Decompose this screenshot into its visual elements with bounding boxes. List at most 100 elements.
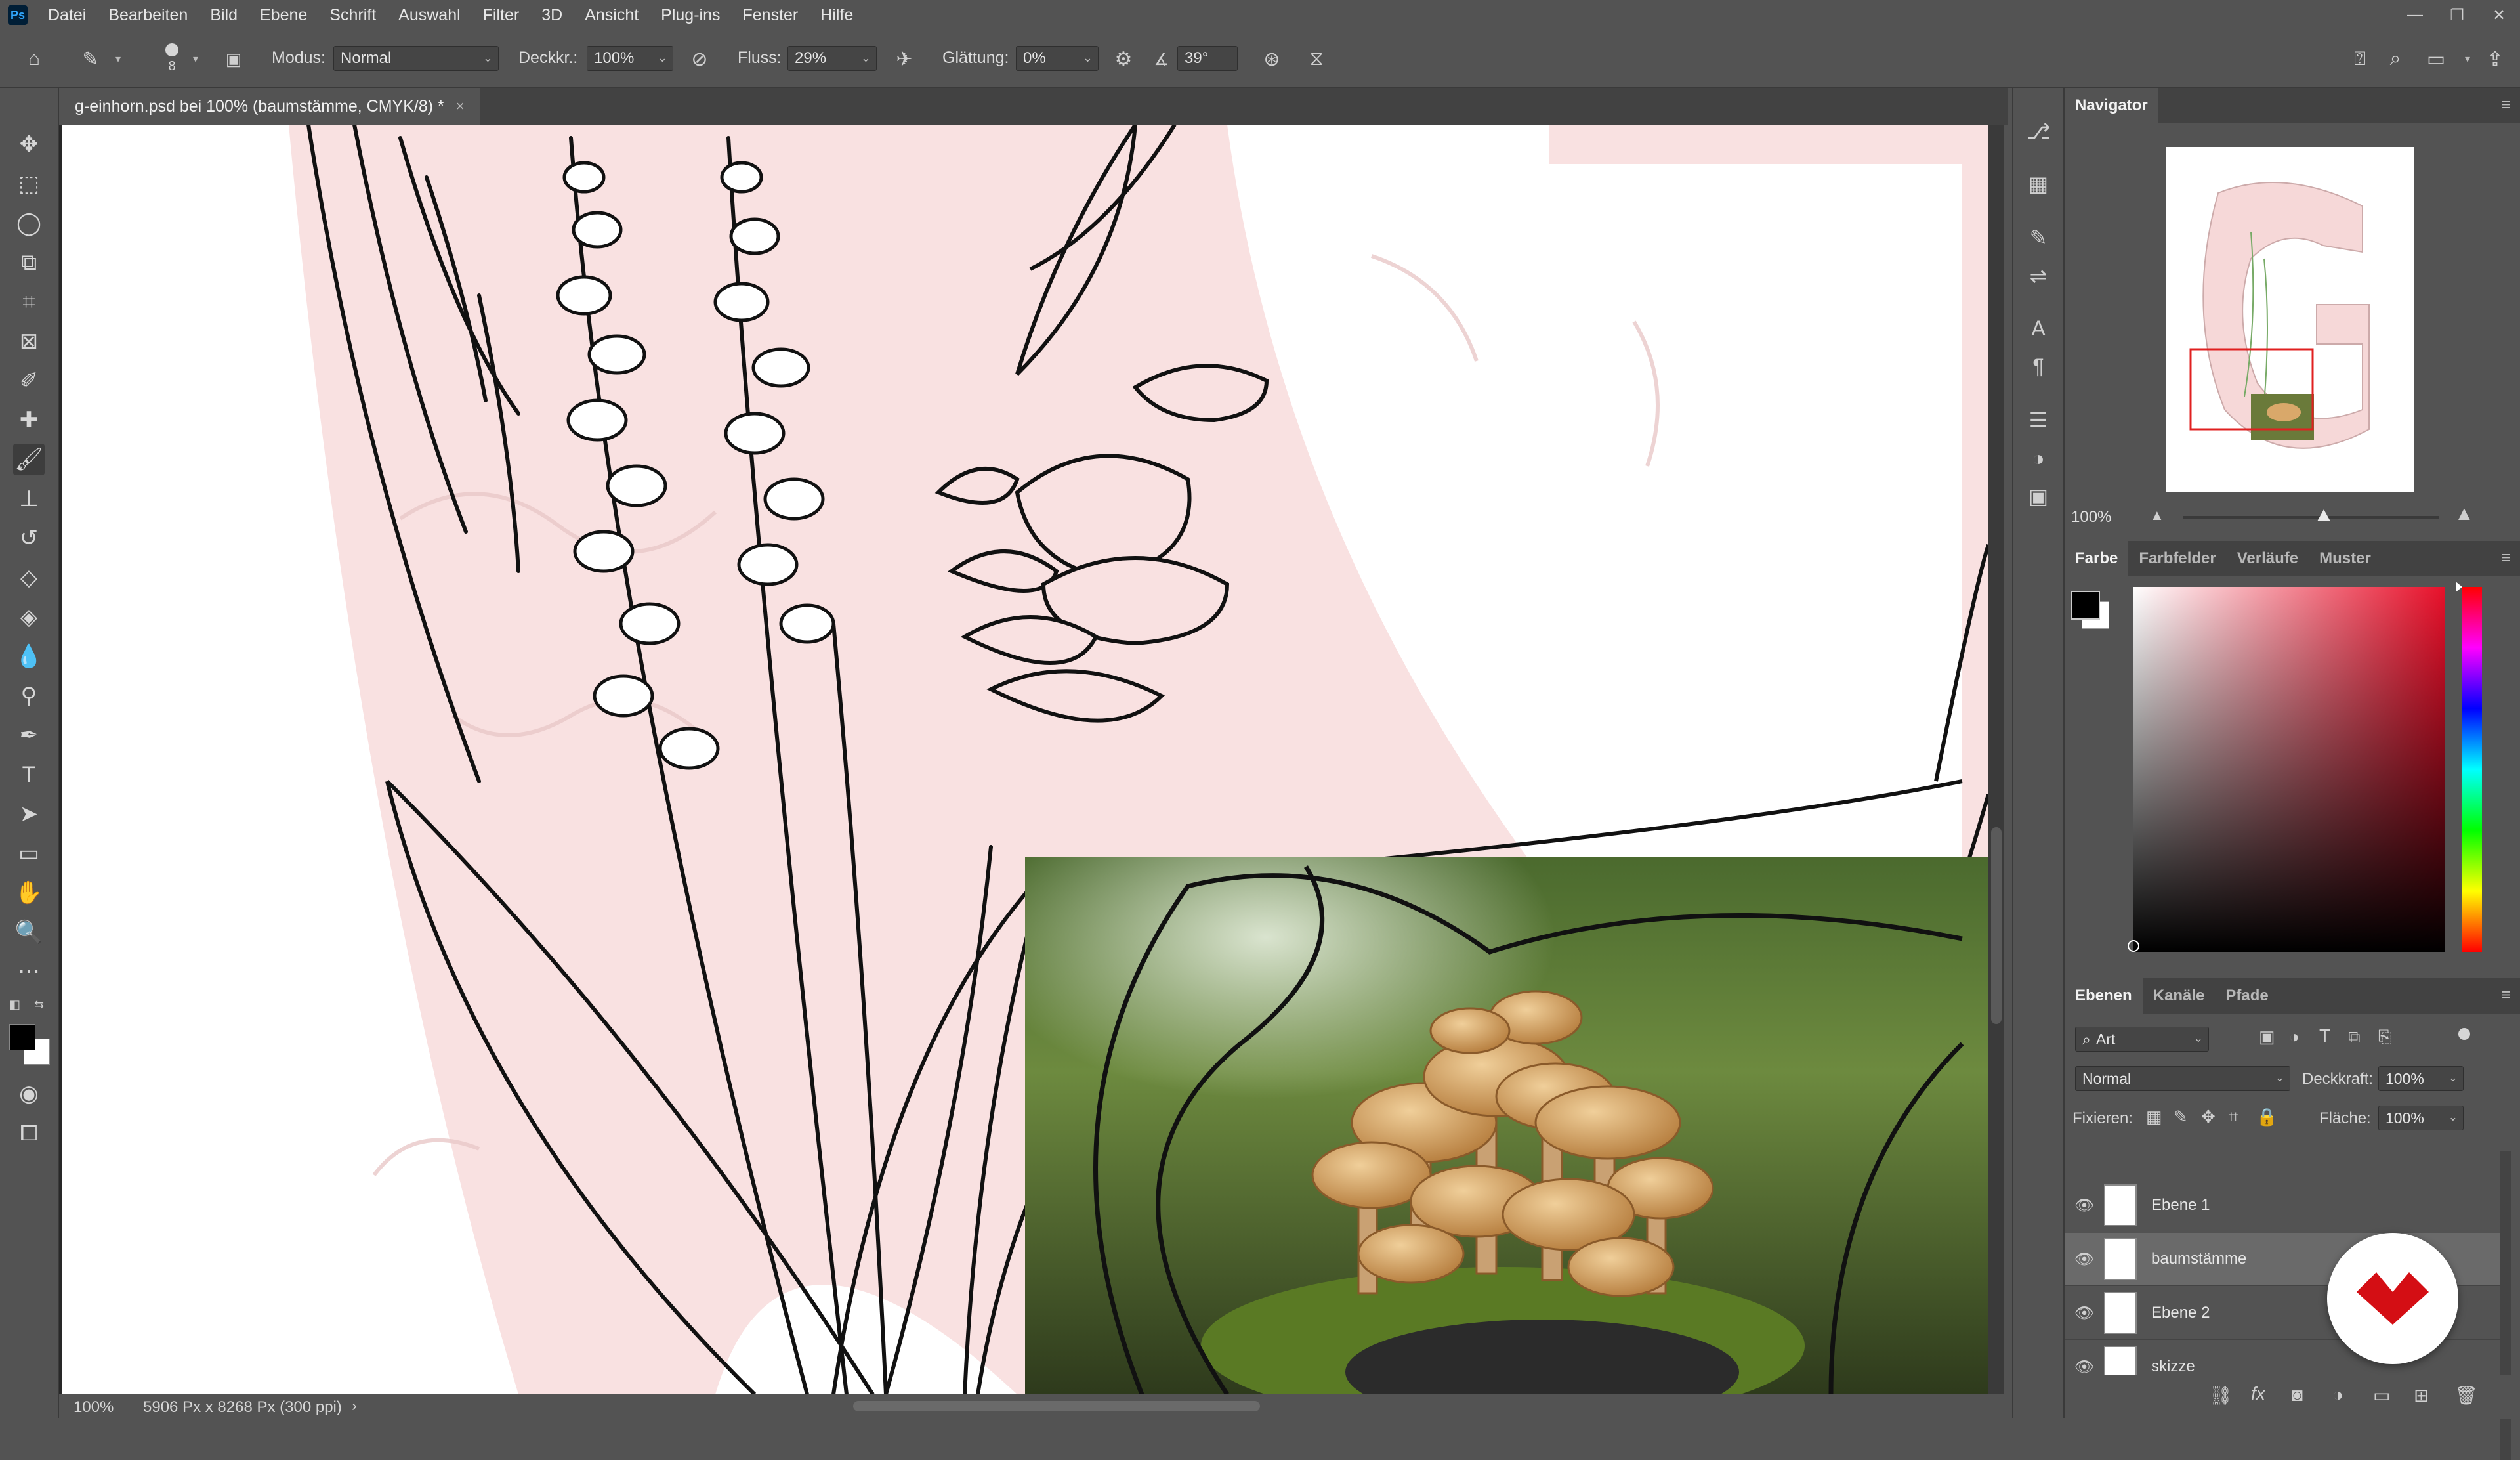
visibility-eye-icon[interactable]: 👁 (2065, 1304, 2104, 1323)
new-group-icon[interactable]: ▭ (2373, 1385, 2390, 1406)
filter-adjustment-icon[interactable]: ◑ (2289, 1027, 2300, 1047)
marquee-tool-icon[interactable]: ⬚ (13, 168, 45, 200)
rectangle-tool-icon[interactable]: ▭ (13, 838, 45, 869)
zoom-in-icon[interactable]: ▲ (2454, 503, 2474, 525)
gear-icon[interactable]: ⚙ (1109, 45, 1138, 74)
color-panel-menu-icon[interactable]: ≡ (2501, 548, 2511, 568)
link-layers-icon[interactable]: ⛓ (2209, 1385, 2233, 1406)
lock-artboard-icon[interactable]: ⌗ (2229, 1107, 2238, 1128)
add-mask-icon[interactable]: ◙ (2292, 1385, 2303, 1406)
adjustments-panel-icon[interactable]: ◑ (2023, 442, 2054, 474)
brush-size-dropdown-icon[interactable]: ▾ (193, 53, 198, 66)
menu-bild[interactable]: Bild (210, 6, 238, 25)
swap-colors-icon[interactable]: ⇆ (34, 998, 44, 1012)
lock-pixels-icon[interactable]: ✎ (2174, 1107, 2188, 1127)
brush-preset-dropdown-icon[interactable]: ▾ (116, 53, 121, 66)
brush-settings-panel-icon[interactable]: ⇌ (2023, 260, 2054, 291)
workspace-icon[interactable]: ▭ (2422, 45, 2450, 74)
opacity-input[interactable]: 100% ⌄ (587, 46, 673, 71)
tab-verlaeufe[interactable]: Verläufe (2227, 541, 2309, 576)
menu-bearbeiten[interactable]: Bearbeiten (108, 6, 188, 25)
navigator-zoom-knob[interactable] (2317, 509, 2330, 521)
close-window-button[interactable]: ✕ (2478, 6, 2520, 25)
scrollbar-thumb[interactable] (1991, 827, 2002, 1024)
layer-filter-select[interactable]: ⌕ Art ⌄ (2075, 1027, 2209, 1052)
menu-filter[interactable]: Filter (483, 6, 520, 25)
eraser-tool-icon[interactable]: ◇ (13, 562, 45, 593)
lasso-tool-icon[interactable]: ◯ (13, 207, 45, 239)
tab-farbfelder[interactable]: Farbfelder (2128, 541, 2226, 576)
character-panel-icon[interactable]: A (2023, 312, 2054, 344)
symmetry-icon[interactable]: ⧖ (1302, 45, 1331, 74)
minimize-button[interactable]: — (2394, 6, 2436, 24)
healing-brush-tool-icon[interactable]: ✚ (13, 404, 45, 436)
menu-plugins[interactable]: Plug-ins (661, 6, 720, 25)
filter-type-icon[interactable]: T (2319, 1025, 2330, 1046)
navigator-zoom-slider[interactable] (2183, 509, 2439, 521)
menu-fenster[interactable]: Fenster (743, 6, 799, 25)
frame-tool-icon[interactable]: ⊠ (13, 326, 45, 357)
search-icon[interactable]: ⌕ (2381, 45, 2410, 74)
navigator-thumbnail[interactable] (2166, 147, 2414, 492)
paint-bucket-tool-icon[interactable]: ◈ (13, 601, 45, 633)
canvas-vertical-scrollbar[interactable] (1988, 125, 2004, 1394)
menu-3d[interactable]: 3D (541, 6, 562, 25)
menu-hilfe[interactable]: Hilfe (820, 6, 853, 25)
color-picker-marker[interactable] (2128, 940, 2139, 952)
tab-muster[interactable]: Muster (2309, 541, 2382, 576)
zoom-out-icon[interactable]: ▲ (2150, 507, 2164, 524)
navigator-zoom-value[interactable]: 100% (2071, 508, 2111, 526)
properties-panel-icon[interactable]: ☰ (2023, 404, 2054, 436)
history-panel-icon[interactable]: ⎇ (2023, 116, 2054, 147)
more-tools-icon[interactable]: ⋯ (13, 956, 45, 987)
menu-auswahl[interactable]: Auswahl (398, 6, 461, 25)
canvas-artwork[interactable] (59, 125, 1988, 1394)
color-picker-field[interactable] (2133, 587, 2445, 952)
menu-datei[interactable]: Datei (48, 6, 86, 25)
smoothing-input[interactable]: 0% ⌄ (1016, 46, 1099, 71)
history-brush-tool-icon[interactable]: ↺ (13, 523, 45, 554)
path-selection-tool-icon[interactable]: ➤ (13, 798, 45, 830)
visibility-eye-icon[interactable]: 👁 (2065, 1250, 2104, 1269)
tab-pfade[interactable]: Pfade (2215, 978, 2278, 1014)
tab-kanaele[interactable]: Kanäle (2143, 978, 2216, 1014)
ruler-panel-icon[interactable]: ▦ (2023, 168, 2054, 200)
document-tab[interactable]: g-einhorn.psd bei 100% (baumstämme, CMYK… (59, 88, 480, 125)
filter-pixel-icon[interactable]: ▣ (2259, 1027, 2275, 1047)
pressure-size-icon[interactable]: ⊛ (1257, 45, 1286, 74)
trash-icon[interactable]: 🗑 (2454, 1385, 2478, 1406)
quick-mask-icon[interactable]: ◉ (13, 1078, 45, 1109)
panel-foreground-swatch[interactable] (2071, 591, 2100, 620)
stamp-tool-icon[interactable]: ⊥ (13, 483, 45, 515)
visibility-eye-icon[interactable]: 👁 (2065, 1358, 2104, 1377)
pressure-opacity-icon[interactable]: ⊘ (685, 45, 714, 74)
foreground-color-swatch[interactable] (9, 1024, 35, 1050)
brushes-panel-icon[interactable]: ✎ (2023, 222, 2054, 253)
layer-opacity-input[interactable]: 100% ⌄ (2378, 1066, 2464, 1091)
flow-input[interactable]: 29% ⌄ (788, 46, 877, 71)
canvas-area[interactable] (59, 125, 1988, 1394)
zoom-tool-icon[interactable]: 🔍 (13, 916, 45, 948)
screen-mode-icon[interactable]: ⧠ (13, 1117, 45, 1149)
adjustment-layer-icon[interactable]: ◑ (2332, 1385, 2343, 1406)
angle-input[interactable]: 39° (1177, 46, 1238, 71)
filter-toggle-icon[interactable] (2458, 1028, 2470, 1040)
workspace-dropdown-icon[interactable]: ▾ (2465, 53, 2470, 66)
tab-farbe[interactable]: Farbe (2065, 541, 2129, 576)
blur-tool-icon[interactable]: 💧 (13, 641, 45, 672)
lock-all-icon[interactable]: 🔒 (2256, 1107, 2277, 1127)
brush-preset-icon[interactable]: ✎ (76, 45, 105, 74)
home-icon[interactable]: ⌂ (20, 45, 49, 74)
object-selection-tool-icon[interactable]: ⧉ (13, 247, 45, 278)
brush-settings-icon[interactable]: ▣ (219, 45, 248, 74)
brush-tip-icon[interactable] (165, 43, 178, 56)
status-arrow-icon[interactable]: › (352, 1397, 357, 1415)
new-layer-icon[interactable]: ⊞ (2414, 1385, 2429, 1406)
visibility-eye-icon[interactable]: 👁 (2065, 1196, 2104, 1215)
horizontal-scrollbar-thumb[interactable] (853, 1401, 1260, 1411)
learn-icon[interactable]: ⍰ (2345, 45, 2374, 74)
crop-tool-icon[interactable]: ⌗ (13, 286, 45, 318)
blend-mode-select[interactable]: Normal ⌄ (2075, 1066, 2290, 1091)
navigator-menu-icon[interactable]: ≡ (2501, 95, 2511, 115)
hue-slider[interactable] (2462, 587, 2482, 952)
